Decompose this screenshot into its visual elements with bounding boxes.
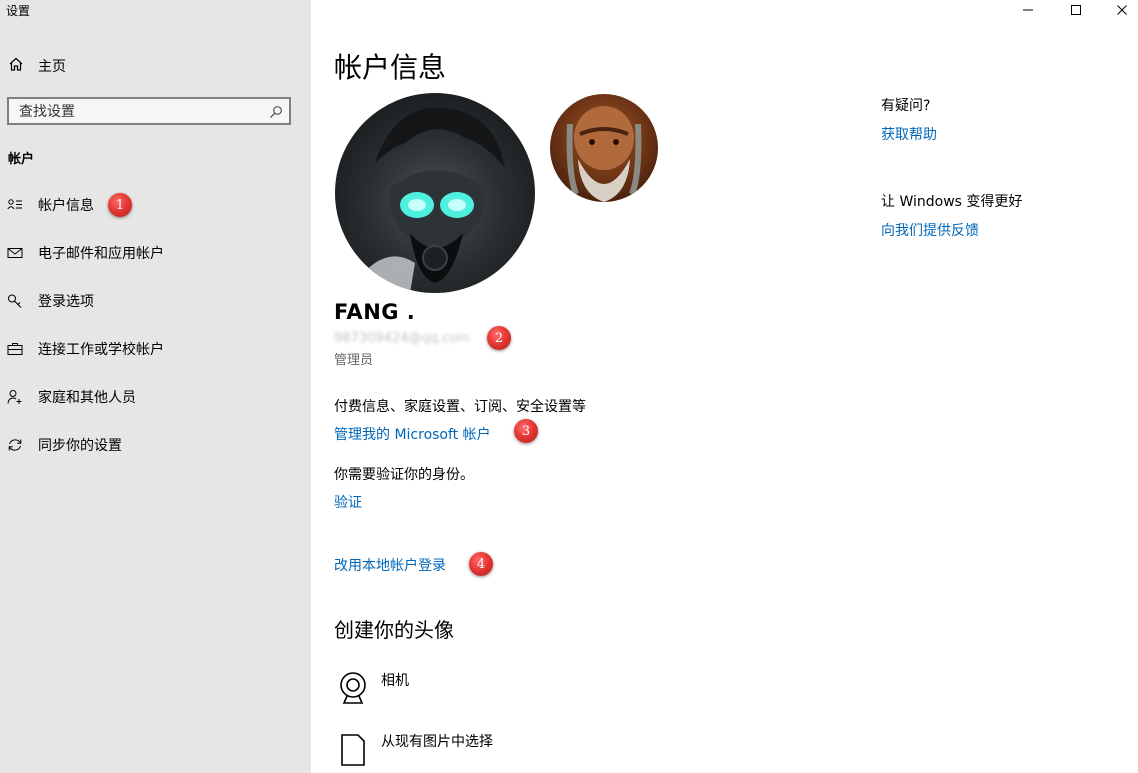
user-role: 管理员	[334, 353, 374, 368]
avatar-large	[335, 93, 535, 293]
feedback-section: 让 Windows 变得更好 向我们提供反馈	[881, 191, 1022, 240]
annotation-badge-3: 3	[514, 419, 538, 443]
billing-text: 付费信息、家庭设置、订阅、安全设置等	[334, 399, 586, 415]
briefcase-icon	[7, 341, 23, 357]
close-button[interactable]	[1099, 0, 1138, 20]
annotation-badge-4: 4	[469, 552, 493, 576]
file-icon	[336, 731, 372, 767]
verify-text: 你需要验证你的身份。	[334, 467, 474, 483]
search-input[interactable]	[17, 102, 261, 122]
person-add-icon	[7, 389, 23, 405]
local-account-link[interactable]: 改用本地帐户登录	[334, 555, 446, 575]
sidebar-item-family[interactable]: 家庭和其他人员	[0, 377, 311, 417]
sidebar-item-sign-in[interactable]: 登录选项	[0, 281, 311, 321]
manage-account-link[interactable]: 管理我的 Microsoft 帐户	[334, 424, 491, 444]
avatar-option-camera[interactable]: 相机	[336, 670, 409, 706]
page-title: 帐户信息	[334, 51, 447, 84]
maximize-button[interactable]	[1053, 0, 1099, 20]
camera-icon	[336, 670, 372, 706]
avatar-option-label: 从现有图片中选择	[381, 734, 493, 750]
create-avatar-heading: 创建你的头像	[334, 618, 454, 642]
window-title: 设置	[6, 4, 31, 18]
section-heading-accounts: 帐户	[8, 152, 35, 167]
mail-icon	[7, 245, 23, 261]
sidebar-item-label: 帐户信息	[38, 198, 94, 214]
feedback-link[interactable]: 向我们提供反馈	[881, 220, 1022, 240]
avatar-small[interactable]	[550, 94, 658, 202]
search-box[interactable]	[7, 97, 291, 125]
avatar-option-browse[interactable]: 从现有图片中选择	[336, 731, 493, 767]
help-section: 有疑问? 获取帮助	[881, 95, 937, 144]
sync-icon	[7, 437, 23, 453]
home-button[interactable]: 主页	[8, 54, 66, 78]
get-help-link[interactable]: 获取帮助	[881, 124, 937, 144]
home-label: 主页	[38, 59, 66, 75]
user-email: 987309424@qq.com	[334, 331, 470, 346]
help-question: 有疑问?	[881, 98, 931, 114]
home-icon	[8, 56, 38, 76]
sidebar-item-account-info[interactable]: 帐户信息	[0, 185, 311, 225]
person-card-icon	[7, 197, 23, 213]
sidebar-item-label: 登录选项	[38, 294, 94, 310]
annotation-badge-2: 2	[487, 326, 511, 350]
avatar-option-label: 相机	[381, 673, 409, 689]
annotation-badge-1: 1	[108, 193, 132, 217]
search-icon[interactable]	[269, 104, 283, 123]
sidebar-item-label: 电子邮件和应用帐户	[38, 246, 164, 262]
sidebar-item-work-school[interactable]: 连接工作或学校帐户	[0, 329, 311, 369]
sidebar-item-sync[interactable]: 同步你的设置	[0, 425, 311, 465]
sidebar-item-label: 同步你的设置	[38, 438, 122, 454]
user-name: FANG .	[334, 300, 416, 324]
verify-link[interactable]: 验证	[334, 492, 362, 512]
key-icon	[7, 293, 23, 309]
minimize-button[interactable]	[1005, 0, 1051, 20]
sidebar-item-label: 家庭和其他人员	[38, 390, 136, 406]
sidebar-item-label: 连接工作或学校帐户	[38, 342, 164, 358]
sidebar: 设置 主页 帐户 帐户信息 电子邮件和应用帐户 登录选项 连接	[0, 0, 311, 773]
sidebar-item-email[interactable]: 电子邮件和应用帐户	[0, 233, 311, 273]
improve-windows-text: 让 Windows 变得更好	[881, 194, 1023, 210]
